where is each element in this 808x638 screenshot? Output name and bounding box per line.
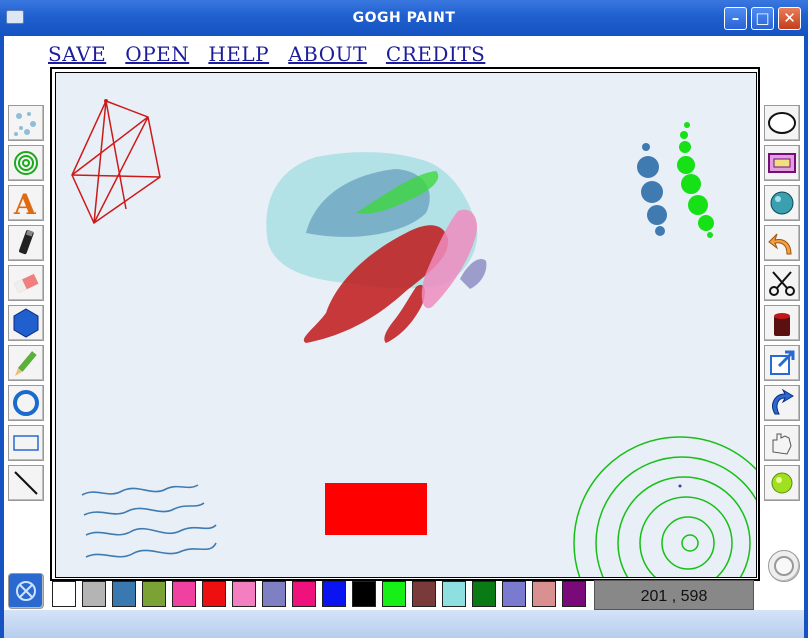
green-spiral — [573, 436, 756, 577]
color-swatch-purple[interactable] — [562, 581, 586, 607]
menu-bar: SAVE OPEN HELP ABOUT CREDITS — [48, 42, 499, 68]
color-swatch-lime[interactable] — [382, 581, 406, 607]
window-title: GOGH PAINT — [352, 10, 456, 26]
minimize-button[interactable]: – — [724, 7, 747, 30]
marker-icon[interactable] — [8, 225, 44, 261]
canvas-frame — [50, 67, 760, 581]
line-icon[interactable] — [8, 465, 44, 501]
red-rectangle — [325, 483, 427, 535]
window-bottom-frame — [4, 610, 804, 638]
color-swatch-lavender[interactable] — [262, 581, 286, 607]
color-swatch-red[interactable] — [202, 581, 226, 607]
drawing-canvas[interactable] — [55, 72, 757, 578]
menu-save[interactable]: SAVE — [48, 42, 106, 66]
maximize-button[interactable]: □ — [751, 7, 774, 30]
color-swatch-periwinkle[interactable] — [502, 581, 526, 607]
color-swatch-brown[interactable] — [412, 581, 436, 607]
rectangle-icon[interactable] — [8, 425, 44, 461]
green-bubbles — [677, 122, 714, 238]
color-swatch-blue[interactable] — [322, 581, 346, 607]
window-frame-left — [0, 36, 4, 638]
settings-icon[interactable] — [8, 573, 44, 609]
scissors-icon[interactable] — [764, 265, 800, 301]
menu-about[interactable]: ABOUT — [288, 42, 367, 66]
text-icon[interactable]: A — [8, 185, 44, 221]
color-swatch-magenta[interactable] — [292, 581, 316, 607]
color-swatch-black[interactable] — [352, 581, 376, 607]
pencil-icon[interactable] — [8, 345, 44, 381]
canvas-artwork — [71, 99, 756, 577]
hand-icon[interactable] — [764, 425, 800, 461]
menu-open[interactable]: OPEN — [125, 42, 189, 66]
color-swatch-pink[interactable] — [172, 581, 196, 607]
wavy-lines — [81, 484, 217, 558]
menu-credits[interactable]: CREDITS — [386, 42, 485, 66]
green-ball-icon[interactable] — [764, 465, 800, 501]
menu-help[interactable]: HELP — [208, 42, 269, 66]
window-frame-right — [804, 36, 808, 638]
color-swatch-olive-green[interactable] — [142, 581, 166, 607]
color-swatch-gray[interactable] — [82, 581, 106, 607]
svg-text:A: A — [13, 188, 37, 220]
eraser-icon[interactable] — [8, 265, 44, 301]
spray-paint-blob — [266, 152, 487, 343]
export-icon[interactable] — [764, 345, 800, 381]
round-button-icon[interactable] — [768, 550, 800, 582]
blue-bubbles — [637, 143, 667, 236]
redo-icon[interactable] — [764, 385, 800, 421]
sphere-icon[interactable] — [764, 185, 800, 221]
color-swatch-light-pink[interactable] — [232, 581, 256, 607]
spiral-icon[interactable] — [8, 145, 44, 181]
color-swatch-steel-blue[interactable] — [112, 581, 136, 607]
red-wireframe-shape — [71, 100, 161, 225]
color-swatch-dark-green[interactable] — [472, 581, 496, 607]
ellipse-icon[interactable] — [764, 105, 800, 141]
rectangle-pattern-icon[interactable] — [764, 145, 800, 181]
color-swatch-rose[interactable] — [532, 581, 556, 607]
polygon-icon[interactable] — [8, 305, 44, 341]
close-button[interactable]: ✕ — [778, 7, 801, 30]
circle-outline-icon[interactable] — [8, 385, 44, 421]
cursor-coordinates: 201 , 598 — [594, 580, 754, 610]
color-swatch-aqua[interactable] — [442, 581, 466, 607]
color-swatch-white[interactable] — [52, 581, 76, 607]
title-bar: GOGH PAINT – □ ✕ — [0, 0, 808, 36]
undo-icon[interactable] — [764, 225, 800, 261]
spray-icon[interactable] — [8, 105, 44, 141]
paint-bucket-icon[interactable] — [764, 305, 800, 341]
